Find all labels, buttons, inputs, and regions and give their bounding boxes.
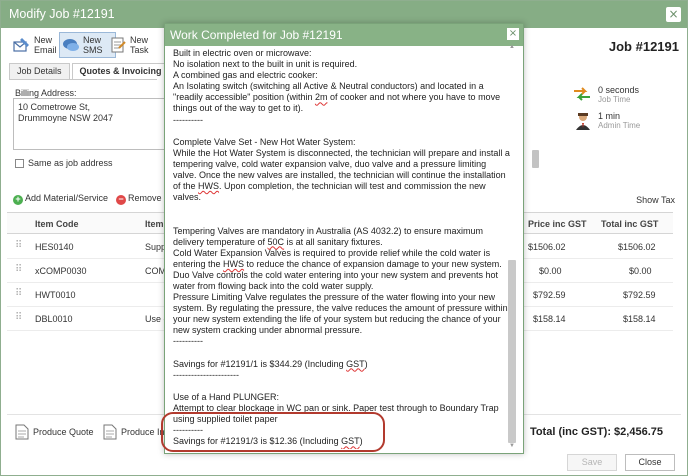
drag-handle-icon[interactable]: ⠿ <box>15 264 22 275</box>
billing-address-field[interactable]: 10 Cometrowe St, Drummoyne NSW 2047 <box>13 98 165 150</box>
produce-quote-button[interactable]: Produce Quote <box>15 424 94 440</box>
same-as-job-address[interactable]: Same as job address <box>15 158 113 168</box>
row-code: HES0140 <box>35 242 74 252</box>
text-line: Savings for #12191/3 is $12.36 (Includin… <box>173 436 342 447</box>
header-total: Total inc GST <box>601 219 659 229</box>
text-line: Complete Valve Set - New Hot Water Syste… <box>173 136 356 147</box>
row-code: xCOMP0030 <box>35 266 87 276</box>
row-price: $792.59 <box>533 290 566 300</box>
document-icon <box>15 424 29 440</box>
header-price: Price inc GST <box>528 219 587 229</box>
dialog-scrollbar[interactable] <box>508 260 516 443</box>
row-total: $792.59 <box>623 290 656 300</box>
window-close-button[interactable]: × <box>666 7 681 22</box>
row-code: DBL0010 <box>35 314 73 324</box>
text-line: ) <box>359 436 363 447</box>
text-line: Attempt to clear blockage in WC pan or s… <box>173 403 502 425</box>
email-icon <box>13 38 29 52</box>
job-time-row: 0 seconds Job Time <box>572 85 639 104</box>
text-line: to reduce the chance of expansion damage… <box>244 258 502 269</box>
row-price: $0.00 <box>539 266 562 276</box>
dialog-title: Work Completed for Job #12191 <box>165 24 523 46</box>
job-number-heading: Job #12191 <box>608 39 679 54</box>
work-completed-dialog: Work Completed for Job #12191 × Built in… <box>164 23 524 454</box>
task-icon <box>111 37 126 53</box>
dialog-close-button[interactable]: × <box>507 28 519 40</box>
text-line: ---------- <box>173 425 203 436</box>
add-material-button[interactable]: + Add Material/Service <box>13 193 108 205</box>
row-price: $1506.02 <box>528 242 566 252</box>
text-line: . Upon completion, the technician will t… <box>173 181 489 203</box>
tab-quotes-invoicing[interactable]: Quotes & Invoicing <box>71 63 170 80</box>
work-completed-textarea[interactable]: Built in electric oven or microwave: No … <box>173 48 511 449</box>
tab-bar: Job Details Quotes & Invoicing <box>9 63 172 80</box>
row-total: $158.14 <box>623 314 656 324</box>
new-email-button[interactable]: New Email <box>13 32 64 58</box>
text-line: ---------------------- <box>173 447 239 449</box>
plus-icon: + <box>13 195 23 205</box>
close-button[interactable]: Close <box>625 454 675 471</box>
swap-arrows-icon <box>574 87 590 101</box>
tab-job-details[interactable]: Job Details <box>9 63 70 80</box>
grand-total: Total (inc GST): $2,456.75 <box>529 426 663 438</box>
spellcheck-word: 2m <box>314 92 328 103</box>
admin-time-value: 1 min <box>598 111 621 121</box>
material-actions: + Add Material/Service − Remove Ma <box>13 193 177 205</box>
row-total: $0.00 <box>629 266 652 276</box>
spellcheck-word: GST <box>341 436 360 447</box>
produce-quote-label: Produce Quote <box>33 427 94 437</box>
text-line: Savings for #12191/1 is $344.29 (Includi… <box>173 358 347 369</box>
text-line: Built in electric oven or microwave: <box>173 48 312 58</box>
text-line: Pressure Limiting Valve regulates the pr… <box>173 292 508 336</box>
job-time-value: 0 seconds <box>598 85 640 95</box>
admin-time-row: 1 min Admin Time <box>574 111 640 131</box>
spellcheck-word: HWS <box>223 258 245 269</box>
textarea-scrollbar[interactable] <box>532 150 539 168</box>
text-line: Use of a Hand PLUNGER: <box>173 391 280 402</box>
row-total: $1506.02 <box>618 242 656 252</box>
drag-handle-icon[interactable]: ⠿ <box>15 240 22 251</box>
billing-address-label: Billing Address: <box>15 88 77 98</box>
row-code: HWT0010 <box>35 290 76 300</box>
minus-icon: − <box>116 195 127 205</box>
text-line: A combined gas and electric cooker: <box>173 70 318 81</box>
same-as-job-checkbox[interactable] <box>15 158 24 168</box>
add-material-label: Add Material/Service <box>25 193 109 203</box>
drag-handle-icon[interactable]: ⠿ <box>15 288 22 299</box>
scroll-down-icon[interactable]: ▼ <box>509 443 515 449</box>
row-item: COM <box>145 266 166 276</box>
admin-time-label: Admin Time <box>598 121 641 130</box>
row-item: Supp <box>145 242 167 252</box>
produce-invoice-label: Produce In <box>121 427 165 437</box>
text-line: ---------- <box>173 336 203 347</box>
new-task-button[interactable]: New Task <box>109 32 160 58</box>
new-sms-button[interactable]: New SMS <box>59 32 116 58</box>
billing-line-2: Drummoyne NSW 2047 <box>18 113 114 123</box>
text-line: Duo Valve controls the cold water enteri… <box>173 269 501 291</box>
row-price: $158.14 <box>533 314 566 324</box>
produce-invoice-button[interactable]: Produce In <box>103 424 165 440</box>
spellcheck-word: HWS <box>198 181 220 192</box>
header-item-code: Item Code <box>35 219 79 229</box>
text-line: ---------- <box>173 114 203 125</box>
document-icon <box>103 424 117 440</box>
show-tax-toggle[interactable]: Show Tax <box>636 195 675 205</box>
text-line: is at all sanitary fixtures. <box>284 236 383 247</box>
sms-icon <box>63 39 79 51</box>
tab-divider <box>9 79 157 80</box>
admin-user-icon <box>576 113 590 130</box>
same-as-job-label: Same as job address <box>28 158 113 168</box>
job-time-label: Job Time <box>598 95 631 104</box>
billing-line-1: 10 Cometrowe St, <box>18 102 91 112</box>
drag-handle-icon[interactable]: ⠿ <box>15 312 22 323</box>
text-line: No isolation next to the built in unit i… <box>173 59 358 70</box>
scroll-up-icon[interactable]: ▲ <box>509 44 515 50</box>
save-button[interactable]: Save <box>567 454 617 471</box>
spellcheck-word: 50C <box>267 236 285 247</box>
spellcheck-word: GST <box>346 358 365 369</box>
text-line: ---------------------- <box>173 369 239 380</box>
text-line: ) <box>364 358 368 369</box>
new-task-label: New Task <box>130 35 149 55</box>
header-item: Item <box>145 219 164 229</box>
